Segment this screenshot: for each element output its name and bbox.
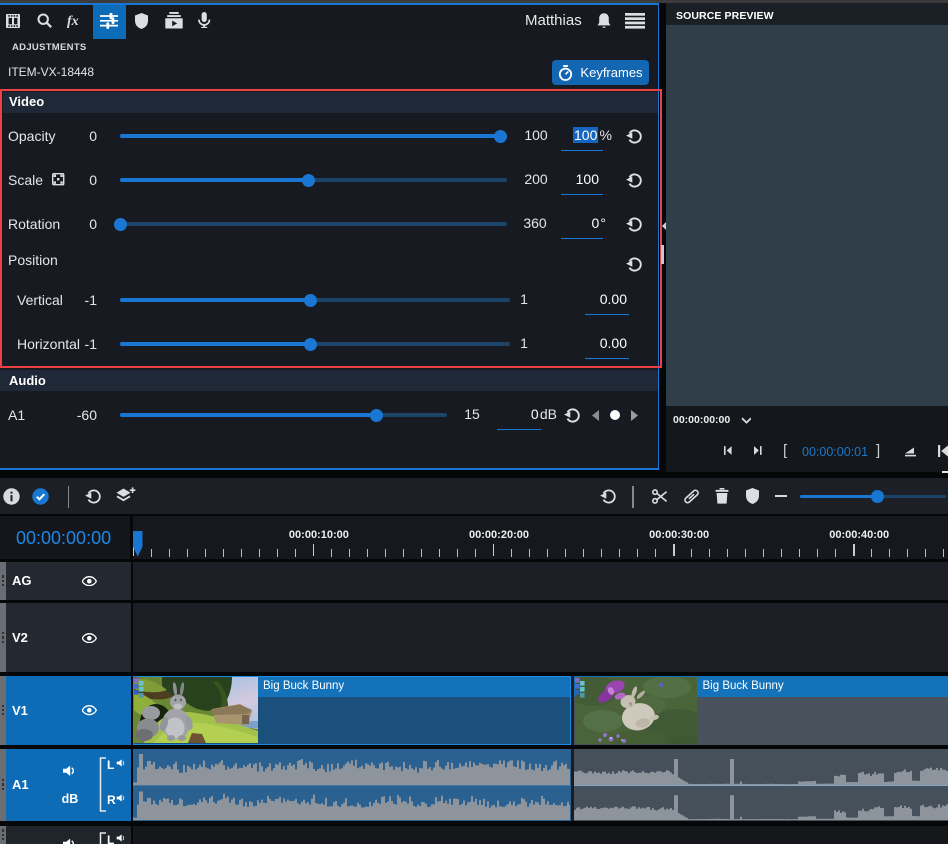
- svg-text:fx: fx: [67, 14, 79, 29]
